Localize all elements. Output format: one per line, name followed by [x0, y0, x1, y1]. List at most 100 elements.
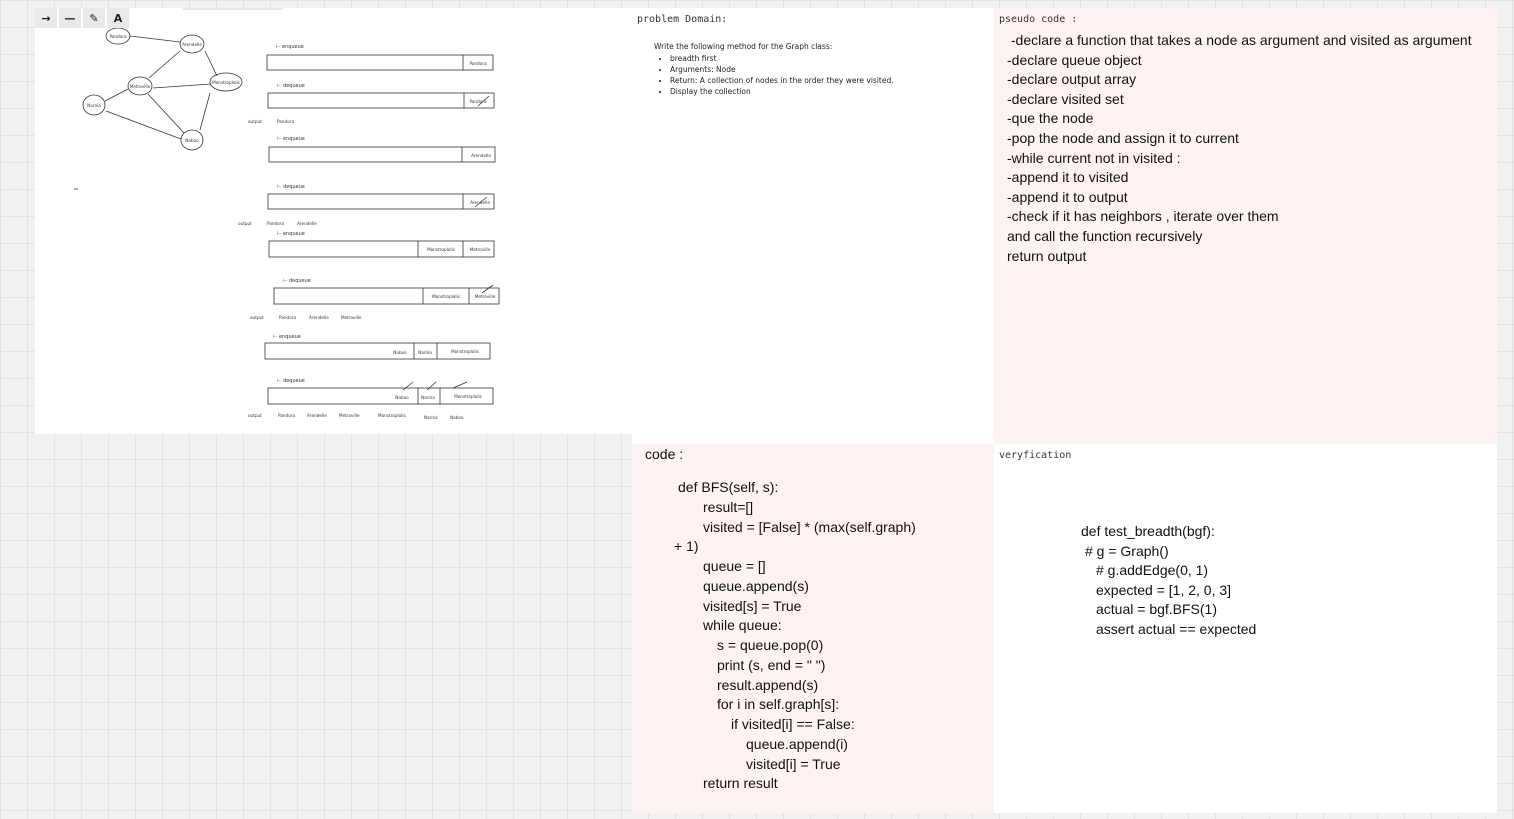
queue-item-label: Naboo — [393, 350, 407, 355]
pseudo-line: -append it to output — [1007, 188, 1128, 205]
output-item-label: Pandora — [277, 119, 294, 124]
output-label: output — [250, 315, 264, 320]
output-item-label: Monstroplolis — [378, 413, 406, 418]
arrow-tool-button[interactable]: → — [35, 8, 57, 28]
output-item-label: Naboo — [450, 415, 464, 420]
code-line: queue = [] — [703, 558, 766, 574]
pseudo-code-panel[interactable]: pseudo code : -declare a function that t… — [994, 8, 1497, 444]
pseudo-line: -declare visited set — [1007, 90, 1124, 107]
verify-line: actual = bgf.BFS(1) — [1096, 601, 1218, 618]
verify-line: # g = Graph() — [1085, 542, 1169, 559]
text-tool-button[interactable]: A — [107, 8, 129, 28]
queue-step-label: ⊢ enqueue — [277, 136, 305, 142]
sketch-panel[interactable]: Pandora Arendelle Metroville Monstroplolis N… — [35, 8, 632, 434]
problem-bullet-list: breadth first Arguments: Node Return: A … — [654, 53, 894, 97]
code-panel[interactable]: code : def BFS(self, s): result=[] visit… — [632, 444, 994, 813]
problem-domain-title: problem Domain: — [637, 14, 728, 25]
code-line: result=[] — [703, 498, 754, 515]
code-line: visited[s] = True — [703, 597, 802, 614]
output-item-label: Metroville — [341, 315, 362, 320]
code-line: print (s, end = " ") — [717, 656, 826, 673]
code-line: def BFS(self, s): — [678, 479, 779, 495]
output-item-label: Narnia — [424, 415, 438, 420]
verify-line: # g.addEdge(0, 1) — [1096, 562, 1209, 579]
queue-step-label: ⊢ enqueue — [277, 231, 305, 237]
queue-step-label: ⊢ dequeue — [277, 184, 305, 190]
pseudo-line: -declare queue object — [1007, 51, 1142, 68]
graph-node-label: Monstroplolis — [212, 80, 240, 85]
code-line: queue.append(s) — [703, 577, 809, 594]
pseudo-line: -declare output array — [1007, 71, 1137, 88]
output-item-label: Pandora — [267, 221, 284, 226]
line-icon: — — [64, 11, 76, 25]
output-label: output — [248, 413, 262, 418]
code-line: visited = [False] * (max(self.graph) — [703, 518, 916, 535]
text-icon: A — [113, 11, 123, 25]
graph-node-label: Arendelle — [182, 42, 202, 47]
queue-item-label: Arendelle — [470, 200, 490, 205]
verify-line: def test_breadth(bgf): — [1081, 523, 1215, 539]
pen-icon: ✎ — [89, 11, 99, 25]
line-tool-button[interactable]: — — [59, 8, 81, 28]
queue-step-label: ⊢ enqueue — [273, 334, 301, 340]
pseudo-line: -pop the node and assign it to current — [1007, 129, 1239, 146]
pseudo-line: return output — [1007, 247, 1087, 264]
queue-step-label: ⊢ dequeue — [277, 83, 305, 89]
graph-node-label: Narnia — [87, 103, 101, 108]
pseudo-code-text: -declare a function that takes a node as… — [1007, 31, 1472, 266]
verify-line: expected = [1, 2, 0, 3] — [1096, 581, 1232, 598]
pen-tool-button[interactable]: ✎ — [83, 8, 105, 28]
queue-item-label: Monstroplolis — [451, 349, 479, 354]
queue-item-label: Narnia — [418, 350, 432, 355]
code-line: visited[i] = True — [746, 755, 841, 772]
queue-item-label: Monstroplolis — [454, 394, 482, 399]
pseudo-line: -while current not in visited : — [1007, 149, 1181, 166]
queue-item-label: Pandora — [469, 61, 486, 66]
problem-domain-panel[interactable]: problem Domain: Write the following meth… — [632, 8, 994, 444]
drawing-toolbar: → — ✎ A — [35, 8, 129, 28]
queue-item-label: Monstroplolis — [427, 247, 455, 252]
problem-bullet: Display the collection — [670, 86, 894, 97]
output-item-label: Arendelle — [307, 413, 327, 418]
problem-bullet: Arguments: Node — [670, 64, 894, 75]
queue-item-label: Metroville — [470, 247, 491, 252]
problem-bullet: breadth first — [670, 53, 894, 64]
pseudo-code-title: pseudo code : — [999, 14, 1078, 25]
queue-item-label: Monstroplolis — [432, 294, 460, 299]
code-line: for i in self.graph[s]: — [717, 696, 840, 713]
verification-text: def test_breadth(bgf): # g = Graph() # g… — [1081, 522, 1256, 640]
pseudo-line: -check if it has neighbors , iterate ove… — [1007, 208, 1279, 225]
code-line: queue.append(i) — [746, 735, 848, 752]
code-line: if visited[i] == False: — [731, 716, 855, 732]
queue-item-label: Pandora — [469, 99, 486, 104]
output-item-label: Arendelle — [297, 221, 317, 226]
problem-description: Write the following method for the Graph… — [654, 41, 894, 97]
code-line: return result — [703, 775, 778, 792]
output-item-label: Metroville — [339, 413, 360, 418]
code-title: code : — [645, 446, 684, 462]
arrow-icon: → — [41, 11, 51, 25]
code-line: s = queue.pop(0) — [717, 637, 824, 653]
output-item-label: Arendelle — [309, 315, 329, 320]
code-line: + 1) — [674, 538, 699, 555]
queue-item-label: Narnia — [421, 395, 435, 400]
output-label: output — [248, 119, 262, 124]
verify-line: assert actual == expected — [1096, 620, 1257, 637]
queue-item-label: Arendelle — [471, 153, 491, 158]
output-label: output — [238, 221, 252, 226]
queue-item-label: Naboo — [395, 395, 409, 400]
queue-step-label: ⊢ dequeue — [283, 278, 311, 284]
pseudo-line: and call the function recursively — [1007, 227, 1203, 244]
code-text: def BFS(self, s): result=[] visited = [F… — [632, 478, 916, 794]
pseudo-line: -append it to visited — [1007, 169, 1129, 186]
pseudo-line: -declare a function that takes a node as… — [1007, 32, 1472, 48]
verification-panel[interactable]: veryfication def test_breadth(bgf): # g … — [994, 444, 1497, 813]
problem-bullet: Return: A collection of nodes in the ord… — [670, 75, 894, 86]
whiteboard-sketch: Pandora Arendelle Metroville Monstroplolis N… — [74, 8, 500, 420]
graph-node-label: Metroville — [130, 84, 151, 89]
queue-step-label: ⊢ enqueue — [276, 44, 304, 50]
output-item-label: Pandora — [279, 315, 296, 320]
graph-node-label: Pandora — [109, 34, 126, 39]
graph-node-label: Naboo — [185, 138, 199, 143]
queue-step-label: ⊢ dequeue — [277, 378, 305, 384]
